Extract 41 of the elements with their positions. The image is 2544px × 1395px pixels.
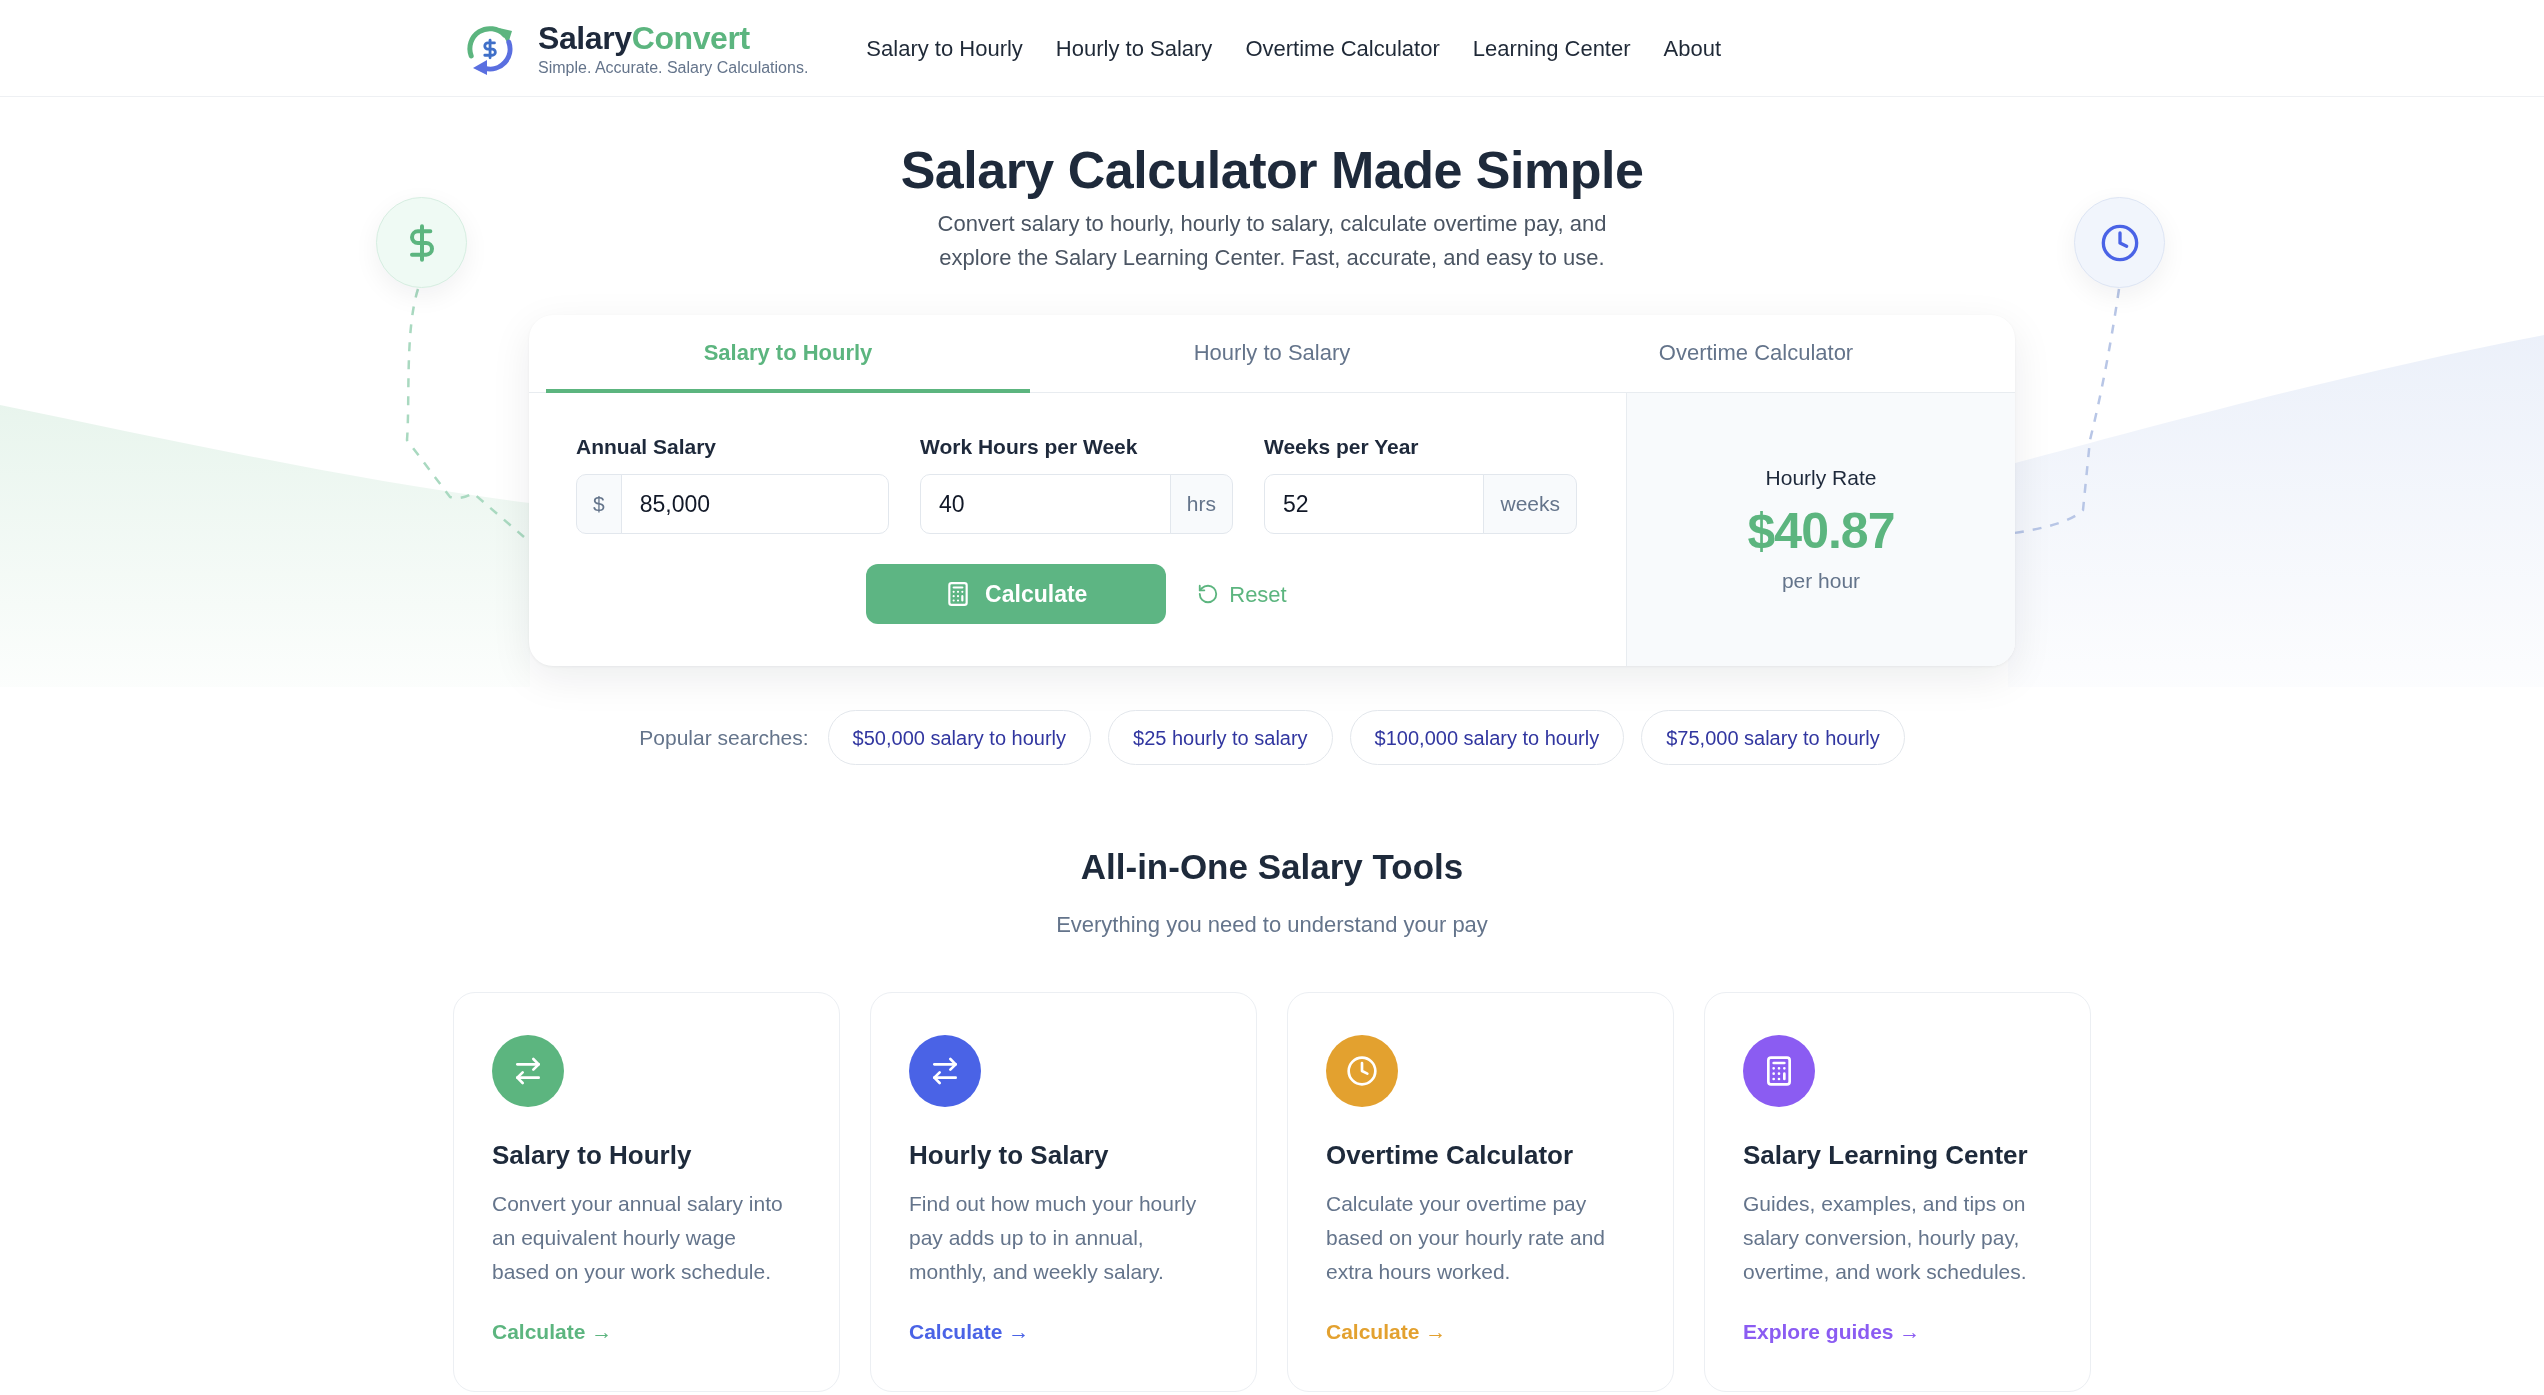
nav-link[interactable]: Salary to Hourly [866, 31, 1023, 65]
nav-link[interactable]: Learning Center [1472, 31, 1631, 65]
section-subtitle: Everything you need to understand your pay [1055, 911, 1489, 939]
section-title: All-in-One Salary Tools [1079, 846, 1465, 888]
hero-title: Salary Calculator Made Simple [899, 140, 1645, 201]
tool-card-title: Hourly to Salary [909, 1139, 1110, 1171]
result-label: Hourly Rate [1765, 465, 1877, 491]
tool-card-link[interactable]: Calculate → [909, 1317, 1030, 1347]
field-label: Work Hours per Week [920, 434, 1139, 460]
tool-card-description: Convert your annual salary into an equivalent hourly wage based on your work schedule. [492, 1191, 784, 1285]
tool-card-title: Overtime Calculator [1326, 1139, 1575, 1171]
tool-card-description: Guides, examples, and tips on salary conversion, hourly pay, overtime, and work schedules. [1743, 1191, 2028, 1285]
popular-search-link[interactable]: $100,000 salary to hourly [1349, 710, 1625, 765]
tool-card-description: Find out how much your hourly pay adds up to in annual, monthly, and weekly salary. [909, 1191, 1198, 1285]
popular-search-link[interactable]: $75,000 salary to hourly [1641, 710, 1905, 765]
field-suffix: hrs [1169, 474, 1233, 534]
input-field[interactable]: 85,000 [620, 474, 889, 534]
tool-card-title: Salary to Hourly [492, 1139, 693, 1171]
field-prefix: $ [576, 474, 622, 534]
nav-link[interactable]: About [1663, 31, 1722, 65]
field-suffix: weeks [1483, 474, 1577, 534]
tool-card-title: Salary Learning Center [1743, 1139, 2029, 1171]
reset-icon [1197, 583, 1220, 605]
brand-tagline: Simple. Accurate. Salary Calculations. [538, 57, 809, 77]
result-value: $40.87 [1747, 503, 1895, 559]
hero-subtitle: Convert salary to hourly, hourly to salary, calculate overtime pay, and explore the Salary Learning Center. Fast, accurate, and easy to use. [936, 210, 1608, 272]
brand-name: SalaryConvert [538, 19, 751, 56]
calculator-tab[interactable]: Hourly to Salary [1030, 315, 1514, 393]
tool-card-description: Calculate your overtime pay based on your hourly rate and extra hours worked. [1326, 1191, 1607, 1285]
input-field[interactable]: 40 [920, 474, 1171, 534]
popular-searches-label: Popular searches: [639, 724, 809, 751]
tool-card-link[interactable]: Explore guides → [1743, 1317, 1921, 1347]
field-label: Weeks per Year [1264, 434, 1420, 460]
result-unit: per hour [1781, 568, 1861, 594]
nav-link[interactable]: Overtime Calculator [1245, 31, 1440, 65]
field-label: Annual Salary [576, 434, 718, 460]
popular-search-link[interactable]: $50,000 salary to hourly [827, 710, 1092, 765]
input-field[interactable]: 52 [1264, 474, 1485, 534]
nav-link[interactable]: Hourly to Salary [1055, 31, 1213, 65]
popular-search-link[interactable]: $25 hourly to salary [1108, 710, 1333, 765]
calculator-tab[interactable]: Overtime Calculator [1514, 315, 1998, 393]
